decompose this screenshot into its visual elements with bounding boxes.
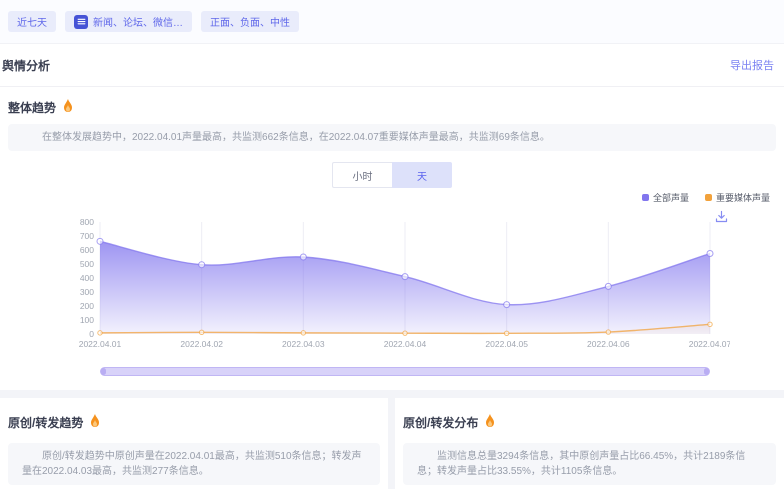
origin-dist-card: 原创/转发分布 监测信息总量3294条信息，其中原创声量占比66.45%，共计2…	[395, 398, 784, 489]
svg-text:2022.04.02: 2022.04.02	[180, 339, 223, 349]
svg-text:2022.04.05: 2022.04.05	[485, 339, 528, 349]
legend-dot-media	[705, 194, 712, 201]
svg-text:0: 0	[89, 329, 94, 339]
legend-label-media: 重要媒体声量	[716, 191, 770, 204]
origin-dist-title-row: 原创/转发分布	[403, 414, 776, 431]
trend-chart[interactable]: 0 100 200 300 400 500 600 700 800 2022.04.01 2022.…	[70, 212, 730, 357]
svg-text:2022.04.01: 2022.04.01	[79, 339, 122, 349]
panel-header: 舆情分析 导出报告	[0, 44, 784, 87]
svg-text:400: 400	[80, 273, 94, 283]
download-chart-icon[interactable]	[715, 210, 728, 228]
fire-icon	[62, 99, 74, 116]
source-icon	[74, 15, 88, 29]
svg-text:2022.04.06: 2022.04.06	[587, 339, 630, 349]
source-filter-label: 新闻、论坛、微信…	[93, 14, 183, 29]
fire-icon	[89, 414, 101, 431]
tab-hour[interactable]: 小时	[332, 162, 392, 188]
section-title-row: 整体趋势	[8, 99, 776, 116]
chart-legend: 全部声量 重要媒体声量	[8, 191, 776, 204]
svg-text:700: 700	[80, 231, 94, 241]
screen: 近七天 新闻、论坛、微信… 正面、负面、中性 舆情分析 导出报告 整体趋势	[0, 0, 784, 489]
legend-dot-total	[642, 194, 649, 201]
export-report-link[interactable]: 导出报告	[730, 57, 774, 73]
origin-dist-summary: 监测信息总量3294条信息，其中原创声量占比66.45%，共计2189条信息；转…	[403, 443, 776, 485]
svg-text:600: 600	[80, 245, 94, 255]
slider-handle-right[interactable]	[704, 368, 709, 375]
svg-text:100: 100	[80, 315, 94, 325]
origin-trend-title: 原创/转发趋势	[8, 414, 83, 431]
date-range-label: 近七天	[17, 14, 47, 29]
svg-text:2022.04.03: 2022.04.03	[282, 339, 325, 349]
tab-day[interactable]: 天	[392, 162, 452, 188]
source-filter-chip[interactable]: 新闻、论坛、微信…	[65, 11, 192, 32]
origin-dist-title: 原创/转发分布	[403, 414, 478, 431]
origin-trend-card: 原创/转发趋势 原创/转发趋势中原创声量在2022.04.01最高，共监测510…	[0, 398, 388, 489]
analysis-panel: 舆情分析 导出报告 整体趋势 在整体发展趋势中，2022.04.01声量最高，共…	[0, 44, 784, 390]
panel-title: 舆情分析	[2, 57, 50, 74]
granularity-tabs: 小时 天	[8, 162, 776, 188]
svg-text:200: 200	[80, 301, 94, 311]
section-title: 整体趋势	[8, 99, 56, 116]
svg-text:2022.04.07: 2022.04.07	[689, 339, 730, 349]
svg-text:500: 500	[80, 259, 94, 269]
bottom-cards: 原创/转发趋势 原创/转发趋势中原创声量在2022.04.01最高，共监测510…	[0, 398, 784, 489]
sentiment-filter-label: 正面、负面、中性	[210, 14, 290, 29]
chart-area: 0 100 200 300 400 500 600 700 800 2022.04.01 2022.…	[8, 212, 776, 376]
origin-trend-summary: 原创/转发趋势中原创声量在2022.04.01最高，共监测510条信息；转发声量…	[8, 443, 380, 485]
legend-label-total: 全部声量	[653, 191, 689, 204]
legend-item-media[interactable]: 重要媒体声量	[705, 191, 770, 204]
origin-trend-title-row: 原创/转发趋势	[8, 414, 380, 431]
date-range-chip[interactable]: 近七天	[8, 11, 56, 32]
legend-item-total[interactable]: 全部声量	[642, 191, 689, 204]
svg-text:2022.04.04: 2022.04.04	[384, 339, 427, 349]
svg-text:800: 800	[80, 217, 94, 227]
fire-icon	[484, 414, 496, 431]
slider-handle-left[interactable]	[101, 368, 106, 375]
filter-bar: 近七天 新闻、论坛、微信… 正面、负面、中性	[0, 0, 784, 44]
sentiment-filter-chip[interactable]: 正面、负面、中性	[201, 11, 299, 32]
overall-trend-section: 整体趋势 在整体发展趋势中，2022.04.01声量最高，共监测662条信息，在…	[0, 99, 784, 376]
svg-text:300: 300	[80, 287, 94, 297]
trend-summary-text: 在整体发展趋势中，2022.04.01声量最高，共监测662条信息，在2022.…	[8, 124, 776, 151]
data-zoom-slider[interactable]	[100, 367, 710, 376]
